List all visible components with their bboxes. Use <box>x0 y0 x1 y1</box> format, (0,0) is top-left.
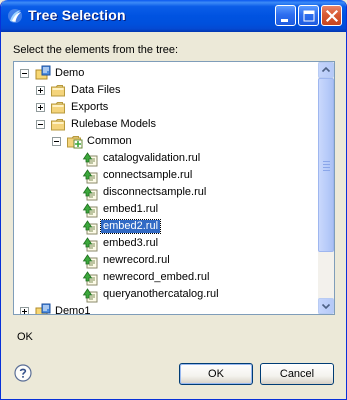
chevron-down-icon <box>321 303 331 310</box>
tree-item[interactable]: Demo1 <box>14 303 319 314</box>
tree-item-label[interactable]: catalogvalidation.rul <box>101 152 202 165</box>
scroll-thumb[interactable] <box>318 78 334 252</box>
scroll-up-button[interactable] <box>318 62 334 78</box>
minimize-button[interactable] <box>275 5 296 26</box>
tree-item-label[interactable]: Exports <box>69 101 110 114</box>
folder-icon <box>51 102 65 114</box>
tree-item-label[interactable]: Demo1 <box>53 305 92 314</box>
tree-item-label[interactable]: newrecord_embed.rul <box>101 271 211 284</box>
rule-file-icon <box>82 220 98 235</box>
tree-item-label[interactable]: embed1.rul <box>101 203 160 216</box>
close-button[interactable] <box>321 5 342 26</box>
app-logo-icon <box>7 8 23 24</box>
tree-item-label[interactable]: disconnectsample.rul <box>101 186 208 199</box>
rule-file-icon <box>82 271 98 286</box>
tree-item[interactable]: embed3.rul <box>14 235 319 252</box>
rule-file-icon <box>82 169 98 184</box>
tree-item[interactable]: Exports <box>14 99 319 116</box>
tree-item-label[interactable]: Rulebase Models <box>69 118 158 131</box>
model-folder-icon <box>67 136 83 149</box>
expand-toggle-icon[interactable] <box>36 103 45 112</box>
minimize-icon <box>281 19 288 22</box>
cancel-button[interactable]: Cancel <box>260 363 334 385</box>
expand-toggle-icon[interactable] <box>36 86 45 95</box>
tree-item[interactable]: catalogvalidation.rul <box>14 150 319 167</box>
window-title: Tree Selection <box>28 7 126 23</box>
tree-selection-dialog: Tree Selection Select the elements from … <box>0 0 347 400</box>
tree-item-label[interactable]: Demo <box>53 67 86 80</box>
tree-item-label[interactable]: newrecord.rul <box>101 254 172 267</box>
rule-file-icon <box>82 254 98 269</box>
project-icon <box>35 303 51 314</box>
tree-item-label[interactable]: connectsample.rul <box>101 169 194 182</box>
tree-item-label[interactable]: Data Files <box>69 84 123 97</box>
rule-file-icon <box>82 152 98 167</box>
tree-item[interactable]: queryanothercatalog.rul <box>14 286 319 303</box>
tree-item-label[interactable]: Common <box>85 135 134 148</box>
instruction-text: Select the elements from the tree: <box>13 44 179 56</box>
expand-toggle-icon[interactable] <box>20 307 29 314</box>
tree-item[interactable]: embed2.rul <box>14 218 319 235</box>
collapse-toggle-icon[interactable] <box>52 137 61 146</box>
scroll-down-button[interactable] <box>318 298 334 314</box>
tree-item[interactable]: connectsample.rul <box>14 167 319 184</box>
collapse-toggle-icon[interactable] <box>20 69 29 78</box>
tree-item[interactable]: Rulebase Models <box>14 116 319 133</box>
project-icon <box>35 65 51 80</box>
tree-item-label[interactable]: queryanothercatalog.rul <box>101 288 221 301</box>
maximize-icon <box>303 10 315 22</box>
ok-button[interactable]: OK <box>179 363 253 385</box>
tree-item[interactable]: newrecord_embed.rul <box>14 269 319 286</box>
tree-item[interactable]: newrecord.rul <box>14 252 319 269</box>
tree-item[interactable]: Data Files <box>14 82 319 99</box>
tree-item-label[interactable]: embed3.rul <box>101 237 160 250</box>
tree-item[interactable]: embed1.rul <box>14 201 319 218</box>
rule-file-icon <box>82 237 98 252</box>
tree-item[interactable]: Demo <box>14 65 319 82</box>
chevron-up-icon <box>321 66 331 73</box>
tree-content: Demo Data Files Exports Rulebase Models Comm… <box>14 62 319 314</box>
tree-item[interactable]: Common <box>14 133 319 150</box>
collapse-toggle-icon[interactable] <box>36 120 45 129</box>
rule-file-icon <box>82 203 98 218</box>
close-icon <box>325 9 339 23</box>
help-icon[interactable] <box>14 364 32 382</box>
tree-item[interactable]: disconnectsample.rul <box>14 184 319 201</box>
folder-icon <box>51 119 65 131</box>
rule-file-icon <box>82 288 98 303</box>
tree-item-label[interactable]: embed2.rul <box>99 219 162 234</box>
maximize-button[interactable] <box>298 5 319 26</box>
title-bar[interactable]: Tree Selection <box>1 0 346 32</box>
tree-vertical-scrollbar[interactable] <box>318 62 334 314</box>
folder-icon <box>51 85 65 97</box>
status-message: OK <box>17 331 33 343</box>
element-tree[interactable]: Demo Data Files Exports Rulebase Models Comm… <box>13 61 335 315</box>
rule-file-icon <box>82 186 98 201</box>
